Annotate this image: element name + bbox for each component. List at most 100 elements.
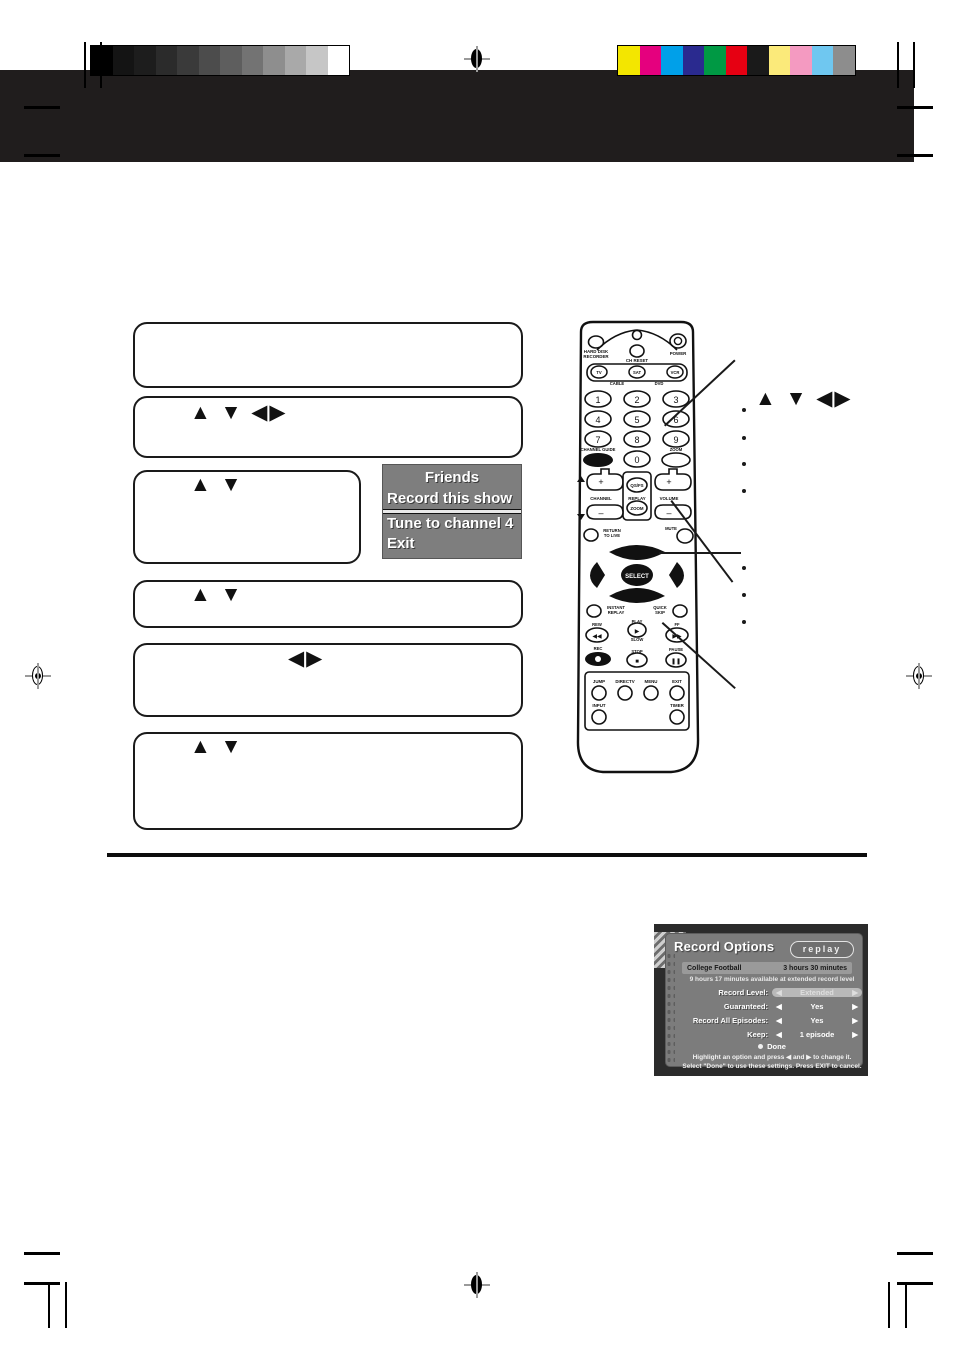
registration-mark: [464, 1272, 490, 1298]
right-arrow-icon[interactable]: ▶: [852, 988, 858, 997]
grayscale-swatch: [134, 46, 156, 75]
svg-text:FF: FF: [674, 622, 680, 627]
svg-text:◀◀: ◀◀: [592, 634, 602, 640]
svg-text:REC: REC: [594, 646, 603, 651]
crop-mark: [888, 1282, 890, 1328]
color-swatch: [790, 46, 812, 75]
color-swatch: [682, 46, 704, 75]
svg-text:ZOOM: ZOOM: [630, 506, 644, 511]
option-label: Record All Episodes:: [692, 1016, 768, 1025]
availability-text: 9 hours 17 minutes available at extended…: [689, 976, 855, 983]
option-label: Guaranteed:: [723, 1002, 768, 1011]
color-swatch: [704, 46, 726, 75]
step-5-arrows: ◀▶: [288, 647, 325, 670]
crop-mark: [24, 1252, 60, 1255]
crop-mark: [100, 42, 102, 88]
color-swatch: [768, 46, 790, 75]
popup-item-tune-to-channel[interactable]: Tune to channel 4: [383, 514, 521, 534]
svg-text:DIRECTV: DIRECTV: [615, 679, 634, 684]
grayscale-swatch: [284, 46, 306, 75]
option-record-level[interactable]: Record Level: ◀ Extended ▶: [682, 986, 862, 999]
hint-line-2: Select "Done" to use these settings. Pre…: [682, 1063, 862, 1070]
grayscale-swatch: [327, 46, 349, 75]
grayscale-swatch: [241, 46, 263, 75]
option-value: Extended: [800, 988, 834, 997]
svg-text:VCR: VCR: [671, 370, 680, 375]
svg-text:VOLUME: VOLUME: [660, 496, 679, 501]
option-value: Yes: [810, 1002, 824, 1011]
color-swatch: [725, 46, 747, 75]
right-arrow-icon[interactable]: ▶: [852, 1002, 858, 1011]
right-arrow-icon[interactable]: ▶: [852, 1016, 858, 1025]
svg-text:QS/FS: QS/FS: [630, 483, 643, 488]
popup-item-record-this-show[interactable]: Record this show: [383, 489, 521, 509]
hint-line-1: Highlight an option and press ◀ and ▶ to…: [692, 1054, 852, 1061]
svg-text:7: 7: [595, 435, 600, 445]
step-box-3: [133, 470, 361, 564]
popup-title: Friends: [424, 469, 480, 486]
crop-mark: [897, 1282, 933, 1285]
svg-text:8: 8: [634, 435, 639, 445]
header-black-band: [0, 70, 914, 162]
program-row: College Football 3 hours 30 minutes: [682, 962, 852, 974]
crop-mark: [905, 1282, 907, 1328]
callout-bullet-group-two: [742, 560, 942, 640]
svg-text:❚❚: ❚❚: [671, 658, 681, 665]
svg-text:SLOW: SLOW: [631, 637, 644, 642]
grayscale-calibration-bar: [90, 45, 350, 76]
program-duration: 3 hours 30 minutes: [783, 964, 847, 972]
replay-logo: replay: [790, 941, 854, 958]
radio-icon: [758, 1044, 764, 1049]
svg-text:■: ■: [635, 659, 639, 665]
svg-text:DVD: DVD: [655, 381, 664, 386]
callout-bullet-group-one: [742, 380, 942, 520]
svg-text:CH RESET: CH RESET: [626, 358, 649, 363]
svg-text:–: –: [666, 508, 671, 518]
svg-text:TO LIVE: TO LIVE: [604, 533, 620, 538]
option-record-all-episodes[interactable]: Record All Episodes: ◀ Yes ▶: [682, 1014, 862, 1027]
onscreen-popup-menu: Friends Record this show Tune to channel…: [382, 464, 522, 559]
svg-text:EXIT: EXIT: [672, 679, 682, 684]
crop-mark: [84, 42, 86, 88]
panel-left-edge-dots: [666, 952, 675, 1066]
svg-text:RECORDER: RECORDER: [583, 354, 609, 359]
svg-text:TIMER: TIMER: [670, 703, 684, 708]
svg-text:+: +: [598, 477, 603, 487]
svg-text:POWER: POWER: [670, 351, 687, 356]
option-keep[interactable]: Keep: ◀ 1 episode ▶: [682, 1028, 862, 1041]
step-6-arrows: ▲ ▼: [190, 735, 244, 758]
svg-text:2: 2: [634, 395, 639, 405]
svg-text:CHANNEL: CHANNEL: [590, 496, 612, 501]
step-box-1: [133, 322, 523, 388]
svg-text:MENU: MENU: [645, 679, 658, 684]
svg-text:5: 5: [634, 415, 639, 425]
remote-control-illustration: HARD DISK RECORDER CH RESET POWER TV SAT VC…: [567, 320, 707, 775]
grayscale-swatch: [112, 46, 134, 75]
grayscale-swatch: [306, 46, 328, 75]
color-calibration-bar: [617, 45, 856, 76]
done-button[interactable]: Done: [682, 1042, 862, 1051]
band-tick-right: [897, 106, 933, 109]
svg-text:+: +: [666, 477, 671, 487]
svg-text:TV: TV: [596, 370, 602, 375]
popup-item-exit[interactable]: Exit: [383, 534, 521, 554]
grayscale-swatch: [155, 46, 177, 75]
svg-text:1: 1: [595, 395, 600, 405]
svg-text:REPLAY: REPLAY: [628, 496, 645, 501]
svg-text:–: –: [598, 508, 603, 518]
svg-text:INPUT: INPUT: [592, 703, 605, 708]
right-arrow-icon[interactable]: ▶: [852, 1030, 858, 1039]
option-guaranteed[interactable]: Guaranteed: ◀ Yes ▶: [682, 1000, 862, 1013]
crop-mark: [897, 42, 899, 88]
crop-mark: [913, 42, 915, 88]
option-value: Yes: [810, 1016, 824, 1025]
program-title: College Football: [687, 964, 742, 972]
svg-text:SAT: SAT: [633, 370, 642, 375]
color-swatch: [747, 46, 769, 75]
color-swatch: [811, 46, 833, 75]
step-3-arrows: ▲ ▼: [190, 473, 244, 496]
color-swatch: [661, 46, 683, 75]
record-options-panel: Record Options replay College Football 3…: [666, 934, 862, 1070]
svg-text:JUMP: JUMP: [593, 679, 605, 684]
crop-mark: [897, 1252, 933, 1255]
